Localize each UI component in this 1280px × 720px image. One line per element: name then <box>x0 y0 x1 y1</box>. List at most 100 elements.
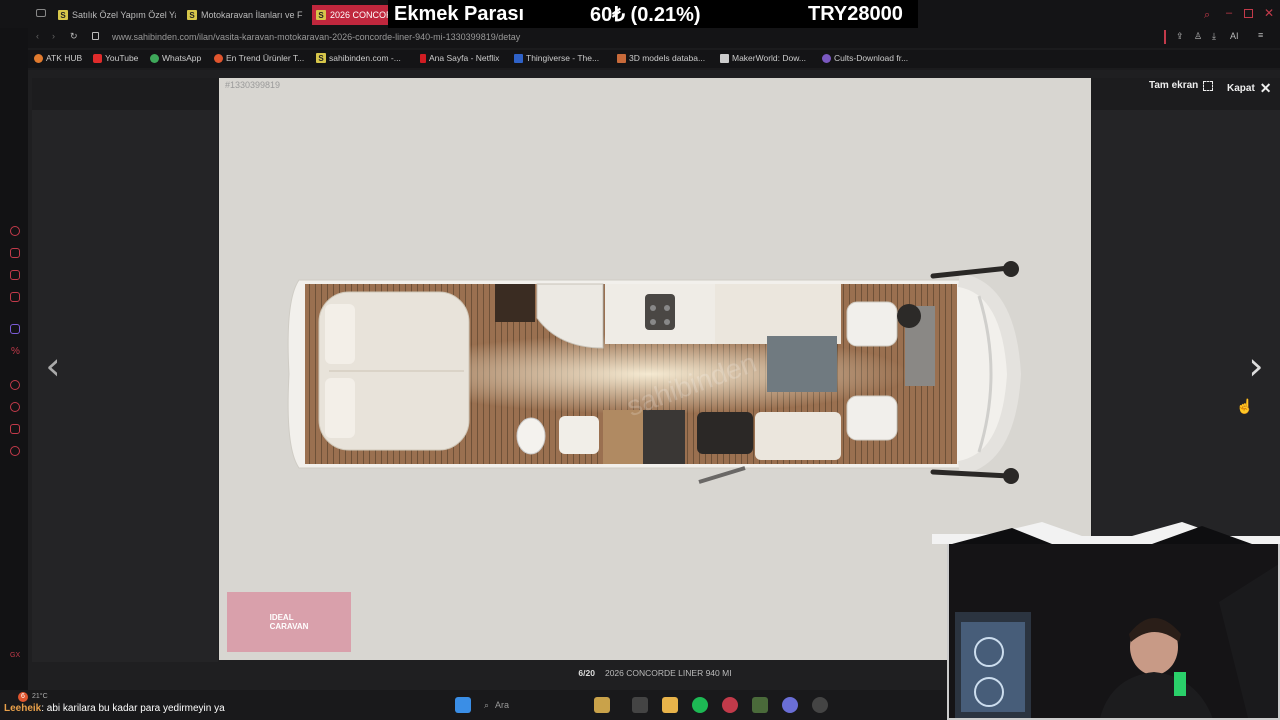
chat-message: : abi karilara bu kadar para yedirmeyin … <box>41 703 225 714</box>
bookmark-netflix[interactable]: Ana Sayfa - Netflix <box>420 53 499 63</box>
netflix-icon <box>420 53 426 63</box>
ticker-label: Ekmek Parası <box>394 2 525 25</box>
lock-icon <box>92 32 99 40</box>
search-icon: ⌕ <box>484 699 490 710</box>
refresh-icon[interactable] <box>10 226 20 236</box>
close-button[interactable]: Kapat ✕ <box>1227 80 1272 97</box>
bookmark-whatsapp[interactable]: WhatsApp <box>150 53 201 63</box>
previous-image-arrow-icon[interactable]: ‹ <box>40 346 66 386</box>
webcam-overlay <box>947 540 1280 720</box>
3d-models-icon <box>617 53 626 63</box>
bookmark-label: En Trend Ürünler T... <box>226 53 305 63</box>
share-icon[interactable]: ⇪ <box>1176 31 1184 42</box>
stream-ticker-overlay: Ekmek Parası 60₺ (0.21%) TRY28000 <box>388 0 918 28</box>
bookmark-sahibinden[interactable]: Ssahibinden.com -... <box>316 53 401 63</box>
windows-start-icon[interactable] <box>455 697 471 713</box>
bookmark-label: MakerWorld: Dow... <box>732 53 807 63</box>
close-window-icon[interactable]: ✕ <box>1264 6 1274 20</box>
bookmark-label: 3D models databa... <box>629 53 706 63</box>
image-counter: 6/20 <box>578 668 595 678</box>
forward-icon[interactable]: › <box>52 31 55 41</box>
chat-overlay: Leeheik: abi karilara bu kadar para yedi… <box>4 703 225 714</box>
fullscreen-button[interactable]: Tam ekran <box>1149 80 1214 91</box>
download-icon[interactable]: ⤓ <box>1212 31 1216 42</box>
tab-1[interactable]: S Satılık Özel Yapım Özel Yap <box>58 5 176 25</box>
search-icon[interactable]: ⌕ <box>1204 9 1210 22</box>
notification-badge: 6 <box>18 692 28 702</box>
bookmark-label: Cults-Download fr... <box>834 53 909 63</box>
tab-3-label: 2026 CONCORDE <box>330 10 388 20</box>
widget-icon[interactable] <box>594 697 610 713</box>
tab-manager-icon[interactable] <box>36 9 46 17</box>
webcam-frame-decoration <box>932 522 1280 544</box>
file-explorer-icon[interactable] <box>662 697 678 713</box>
sahibinden-favicon: S <box>316 10 326 20</box>
close-icon: ✕ <box>1259 80 1272 96</box>
logo-line-2: CARAVAN <box>269 622 309 631</box>
whatsapp-icon <box>150 53 159 63</box>
app-icon[interactable] <box>752 697 768 713</box>
bookmark-en-trend[interactable]: En Trend Ürünler T... <box>214 53 304 63</box>
next-image-arrow-icon[interactable]: › <box>1243 346 1269 386</box>
trend-icon <box>214 53 223 63</box>
fullscreen-label: Tam ekran <box>1149 80 1199 91</box>
bookmark-label: Thingiverse - The... <box>526 53 600 63</box>
opera-gx-icon[interactable] <box>722 697 738 713</box>
taskbar-search[interactable]: ⌕ Ara <box>484 696 584 714</box>
shop-icon[interactable] <box>10 248 20 258</box>
tab-2[interactable]: S Motokaravan İlanları ve Fiy <box>187 5 303 25</box>
address-bar: ‹ › ↻ www.sahibinden.com/ilan/vasita-kar… <box>28 28 1280 48</box>
logo-line-1: IDEAL <box>269 613 294 622</box>
ticker-change: 60₺ (0.21%) <box>590 3 701 26</box>
bookmark-label: sahibinden.com -... <box>329 53 401 63</box>
sahibinden-favicon: S <box>316 53 326 63</box>
tab-2-label: Motokaravan İlanları ve Fiy <box>201 10 303 20</box>
ticker-amount: TRY28000 <box>808 2 903 25</box>
cults-icon <box>822 53 831 63</box>
bookmark-makerworld[interactable]: MakerWorld: Dow... <box>720 53 806 63</box>
ai-label: AI <box>1230 31 1239 41</box>
mail-icon[interactable] <box>10 292 20 302</box>
fullscreen-icon <box>1203 80 1214 91</box>
menu-icon[interactable]: ≡ <box>1258 30 1263 40</box>
apps-icon[interactable] <box>10 270 20 280</box>
minimize-icon[interactable]: – <box>1226 7 1232 19</box>
settings-icon[interactable] <box>10 446 20 456</box>
divider <box>1164 30 1166 44</box>
spotify-icon[interactable] <box>692 697 708 713</box>
bookmark-icon <box>34 53 43 63</box>
sahibinden-favicon: S <box>187 10 197 20</box>
app-icon-2[interactable] <box>812 697 828 713</box>
sahibinden-favicon: S <box>58 10 68 20</box>
gx-icon[interactable]: GX <box>10 652 20 662</box>
bookmarks-bar: ATK HUB YouTube WhatsApp En Trend Ürünle… <box>28 50 1280 68</box>
close-label: Kapat <box>1227 83 1255 94</box>
discord-icon[interactable] <box>782 697 798 713</box>
tab-1-label: Satılık Özel Yapım Özel Yap <box>72 10 176 20</box>
chat-icon[interactable] <box>10 424 20 434</box>
clock-icon[interactable] <box>10 402 20 412</box>
bookmark-youtube[interactable]: YouTube <box>93 53 138 63</box>
ideal-caravan-logo: IDEAL CARAVAN <box>227 592 351 652</box>
task-view-icon[interactable] <box>632 697 648 713</box>
image-title: 2026 CONCORDE LINER 940 MI <box>604 668 732 678</box>
listing-id: #1330399819 <box>225 80 281 90</box>
profile-icon[interactable]: ♙ <box>1194 31 1202 42</box>
play-icon[interactable] <box>10 380 20 390</box>
maximize-icon[interactable] <box>1244 9 1253 18</box>
bookmark-3d-models[interactable]: 3D models databa... <box>617 53 705 63</box>
bookmark-atk-hub[interactable]: ATK HUB <box>34 53 82 63</box>
tab-3-active[interactable]: S 2026 CONCORDE <box>312 5 388 25</box>
bookmark-label: ATK HUB <box>46 53 83 63</box>
cursor-hand-icon: ☝ <box>1236 398 1254 414</box>
reload-icon[interactable]: ↻ <box>70 31 78 42</box>
percent-icon[interactable]: % <box>11 346 21 357</box>
back-icon[interactable]: ‹ <box>36 31 39 41</box>
ai-button[interactable]: AI <box>1230 31 1239 41</box>
twitch-icon[interactable] <box>10 324 20 334</box>
makerworld-icon <box>720 53 729 63</box>
webcam-feed <box>949 542 1278 718</box>
bookmark-thingiverse[interactable]: Thingiverse - The... <box>514 53 599 63</box>
bookmark-cults[interactable]: Cults-Download fr... <box>822 53 908 63</box>
url-field[interactable]: www.sahibinden.com/ilan/vasita-karavan-m… <box>112 32 520 42</box>
